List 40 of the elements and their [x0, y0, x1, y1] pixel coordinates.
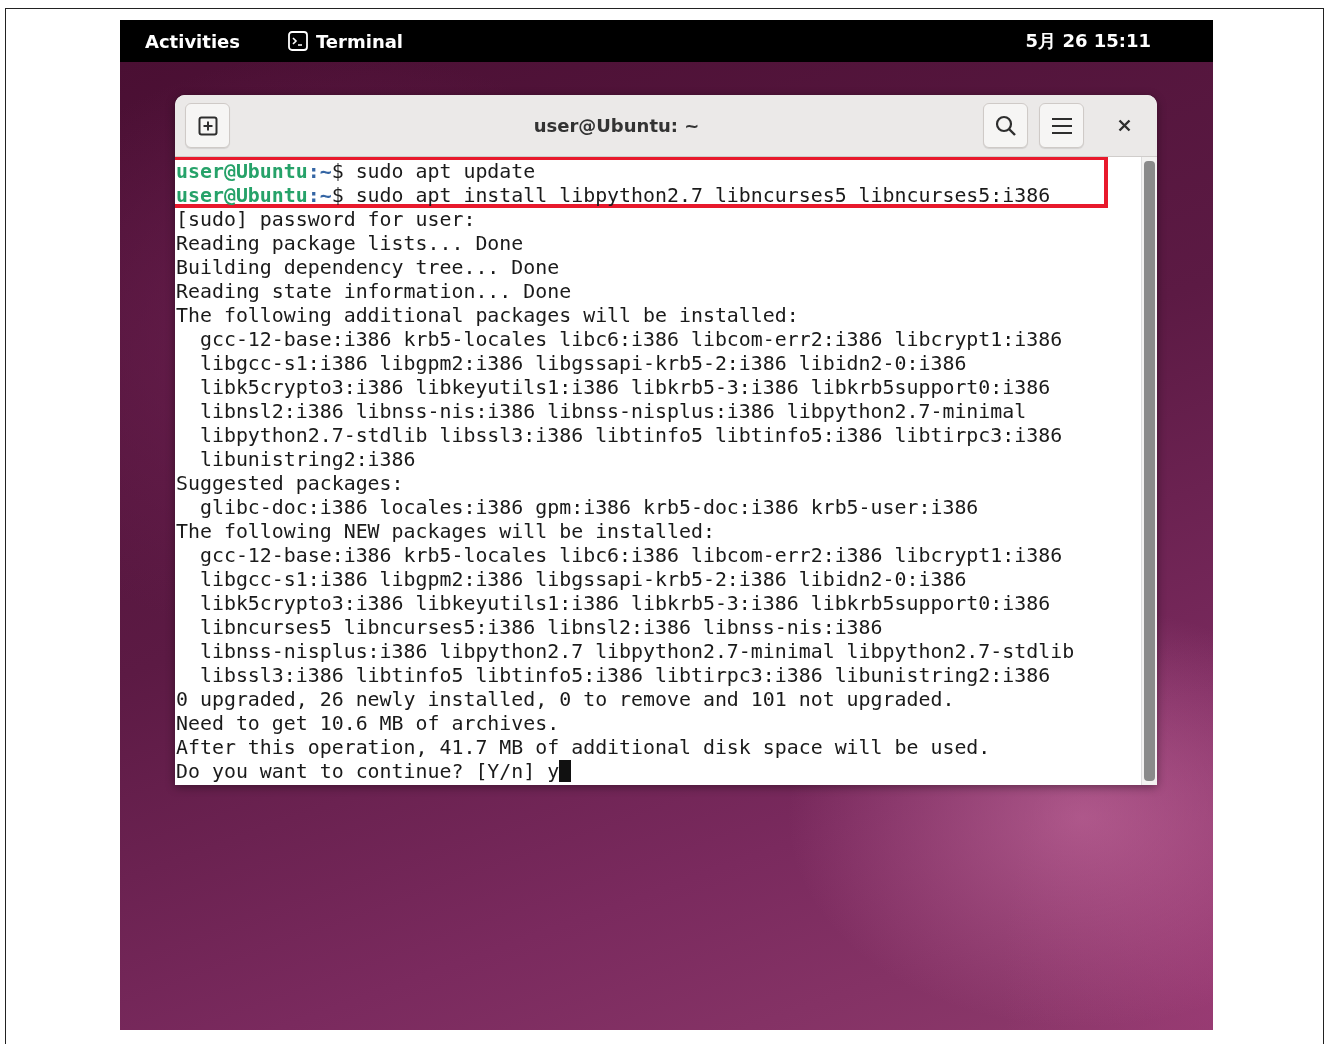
output-line: libk5crypto3:i386 libkeyutils1:i386 libkrb5-3:i386 libkrb5support0:i386 — [198, 376, 1052, 400]
close-icon[interactable] — [1118, 119, 1131, 132]
output-line: gcc-12-base:i386 krb5-locales libc6:i386 libcom-err2:i386 libcrypt1:i386 — [198, 328, 1064, 352]
output-line: libnsl2:i386 libnss-nis:i386 libnss-nisplus:i386 libpython2.7-minimal — [198, 400, 1028, 424]
output-line: libunistring2:i386 — [198, 448, 417, 472]
output-line: libk5crypto3:i386 libkeyutils1:i386 libkrb5-3:i386 libkrb5support0:i386 — [198, 592, 1052, 616]
output-line: gcc-12-base:i386 krb5-locales libc6:i386 libcom-err2:i386 libcrypt1:i386 — [198, 544, 1064, 568]
output-line: After this operation, 41.7 MB of additional disk space will be used. — [176, 736, 992, 760]
new-tab-button[interactable] — [185, 103, 230, 148]
app-menu[interactable]: Terminal — [288, 30, 403, 52]
output-line: libgcc-s1:i386 libgpm2:i386 libgssapi-krb5-2:i386 libidn2-0:i386 — [198, 352, 968, 376]
output-line: Suggested packages: — [176, 472, 405, 496]
output-line: 0 upgraded, 26 newly installed, 0 to remove and 101 not upgraded. — [176, 688, 956, 712]
command-line: user@Ubuntu:~$ sudo apt install libpython2.7 libncurses5 libncurses5:i386 — [176, 184, 1052, 208]
output-line: libncurses5 libncurses5:i386 libnsl2:i386 libnss-nis:i386 — [198, 616, 884, 640]
menu-button[interactable] — [1039, 103, 1084, 148]
output-line: glibc-doc:i386 locales:i386 gpm:i386 krb5-doc:i386 krb5-user:i386 — [198, 496, 980, 520]
output-line: libssl3:i386 libtinfo5 libtinfo5:i386 libtirpc3:i386 libunistring2:i386 — [198, 664, 1052, 688]
window-title: user@Ubuntu: ~ — [532, 115, 701, 136]
output-line: [sudo] password for user: — [176, 208, 477, 232]
scrollbar-thumb[interactable] — [1144, 161, 1155, 781]
command-line: user@Ubuntu:~$ sudo apt update — [176, 160, 537, 184]
plus-square-icon — [197, 115, 218, 136]
terminal-icon — [288, 31, 308, 51]
output-line: Building dependency tree... Done — [176, 256, 561, 280]
output-line: Reading package lists... Done — [176, 232, 525, 256]
output-line: Need to get 10.6 MB of archives. — [176, 712, 561, 736]
output-line: Reading state information... Done — [176, 280, 573, 304]
menu-icon — [1050, 116, 1073, 135]
search-button[interactable] — [983, 103, 1028, 148]
output-line: libpython2.7-stdlib libssl3:i386 libtinfo5 libtinfo5:i386 libtirpc3:i386 — [198, 424, 1064, 448]
output-line: Do you want to continue? [Y/n] y — [176, 760, 1141, 784]
output-line: libnss-nisplus:i386 libpython2.7 libpython2.7-minimal libpython2.7-stdlib — [198, 640, 1076, 664]
activities-button[interactable]: Activities — [145, 30, 240, 52]
output-line: The following NEW packages will be installed: — [176, 520, 716, 544]
output-line: libgcc-s1:i386 libgpm2:i386 libgssapi-krb5-2:i386 libidn2-0:i386 — [198, 568, 968, 592]
clock[interactable]: 5月 26 15:11 — [1025, 29, 1151, 53]
search-icon — [994, 114, 1017, 137]
output-line: The following additional packages will be installed: — [176, 304, 800, 328]
scrollbar[interactable] — [1141, 157, 1157, 785]
